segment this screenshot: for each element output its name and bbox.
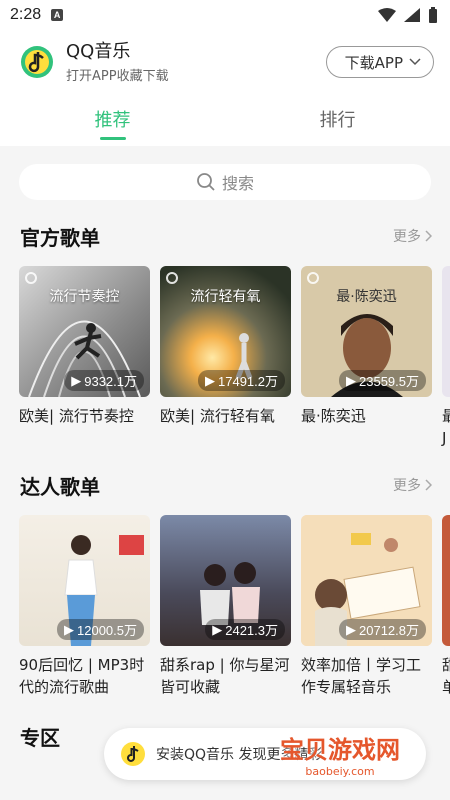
cover-caption: 最·陈奕迅	[336, 289, 397, 305]
play-count: ▶ 20712.8万	[339, 619, 426, 640]
play-icon: ▶	[71, 372, 82, 388]
playlist-title-partial: 甜 单	[442, 656, 450, 696]
play-icon: ▶	[212, 621, 223, 637]
play-count-value: 20712.8万	[359, 623, 419, 638]
more-link[interactable]: 更多	[393, 226, 432, 246]
playlist-cover: ▶ 2421.3万	[160, 515, 291, 646]
tab-recommend[interactable]: 推荐	[0, 94, 225, 146]
battery-icon	[429, 7, 437, 23]
playlist-cover: ▶ 20712.8万	[301, 515, 432, 646]
search-placeholder: 搜索	[221, 174, 254, 193]
watermark-url: baobeiy.com	[305, 765, 375, 778]
section-title: 专区	[20, 725, 60, 750]
download-app-label: 下载APP	[344, 53, 403, 72]
playlist-card[interactable]: 流行轻有氧 ▶ 17491.2万 欧美| 流行轻有氧	[160, 266, 291, 449]
playlist-title: 欧美| 流行轻有氧	[160, 407, 275, 425]
main-content: 搜索 官方歌单 更多 流行节奏控 ▶ 9332.1万 欧美| 流行节奏控 流行轻…	[0, 146, 450, 800]
play-count: ▶ 9332.1万	[64, 370, 144, 391]
more-label: 更多	[393, 229, 421, 245]
section-title: 官方歌单	[20, 225, 100, 250]
wifi-icon	[378, 8, 396, 22]
play-count-value: 2421.3万	[225, 623, 278, 638]
chevron-down-icon	[409, 58, 421, 66]
section-title: 达人歌单	[20, 474, 100, 499]
download-app-button[interactable]: 下载APP	[325, 46, 434, 78]
qq-badge-icon	[307, 272, 319, 284]
qq-music-logo-icon	[121, 742, 145, 766]
playlist-card[interactable]: 最·陈奕迅 ▶ 23559.5万 最·陈奕迅	[301, 266, 432, 449]
play-count-value: 9332.1万	[84, 374, 137, 389]
playlist-cover: 最·陈奕迅 ▶ 23559.5万	[301, 266, 432, 397]
status-time: 2:28	[10, 6, 42, 23]
play-count-value: 17491.2万	[218, 374, 278, 389]
play-icon: ▶	[346, 621, 356, 637]
play-icon: ▶	[346, 372, 356, 388]
qq-badge-icon	[25, 272, 37, 284]
search-input[interactable]: 搜索	[19, 164, 431, 200]
site-watermark: 宝贝游戏网 baobeiy.com	[280, 730, 400, 778]
playlist-title: 90后回忆 | MP3时代的流行歌曲	[19, 656, 145, 696]
playlist-cover: ▶ 12000.5万	[19, 515, 150, 646]
play-icon: ▶	[64, 621, 74, 637]
search-icon	[197, 173, 215, 191]
cover-caption: 流行轻有氧	[190, 289, 261, 305]
watermark-text: 宝贝游戏网	[280, 736, 400, 764]
notification-icon: A	[51, 9, 64, 21]
cover-caption: 流行节奏控	[49, 289, 120, 305]
status-bar: 2:28 A	[0, 0, 450, 30]
play-count-value: 23559.5万	[359, 374, 419, 389]
play-count: ▶ 23559.5万	[339, 370, 426, 391]
play-count: ▶ 2421.3万	[205, 619, 285, 640]
playlist-cover: 流行轻有氧 ▶ 17491.2万	[160, 266, 291, 397]
more-label: 更多	[393, 478, 421, 494]
playlist-card-partial[interactable]: 甜 单	[442, 515, 450, 698]
chevron-right-icon	[425, 479, 432, 491]
playlist-title: 欧美| 流行节奏控	[19, 407, 134, 425]
play-count: ▶ 17491.2万	[198, 370, 285, 391]
more-link[interactable]: 更多	[393, 475, 432, 495]
playlist-card[interactable]: ▶ 2421.3万 甜系rap | 你与星河皆可收藏	[160, 515, 291, 698]
playlist-card[interactable]: 流行节奏控 ▶ 9332.1万 欧美| 流行节奏控	[19, 266, 150, 449]
play-icon: ▶	[205, 372, 215, 388]
official-playlists-section: 官方歌单 更多 流行节奏控 ▶ 9332.1万 欧美| 流行节奏控 流行轻有氧 …	[0, 206, 450, 449]
qq-badge-icon	[166, 272, 178, 284]
app-name: QQ音乐	[66, 40, 131, 62]
signal-icon	[404, 8, 420, 22]
tab-bar: 推荐 排行	[0, 94, 450, 146]
playlist-title: 甜系rap | 你与星河皆可收藏	[160, 656, 290, 696]
playlist-card-partial[interactable]: 最 J	[442, 266, 450, 449]
app-subtitle: 打开APP收藏下载	[66, 68, 169, 84]
chevron-right-icon	[425, 230, 432, 242]
playlist-title: 最·陈奕迅	[301, 407, 366, 425]
play-count: ▶ 12000.5万	[57, 619, 144, 640]
app-header: QQ音乐 打开APP收藏下载 下载APP	[0, 30, 450, 94]
playlist-cover: 流行节奏控 ▶ 9332.1万	[19, 266, 150, 397]
playlist-cover	[442, 515, 450, 646]
playlist-title: 效率加倍丨学习工作专属轻音乐	[301, 656, 422, 696]
playlist-title-partial: 最 J	[442, 407, 450, 447]
tab-ranking[interactable]: 排行	[225, 94, 450, 146]
expert-playlists-section: 达人歌单 更多 ▶ 12000.5万 90后回忆 | MP3时代的流行歌曲 ▶ …	[0, 455, 450, 698]
playlist-card[interactable]: ▶ 20712.8万 效率加倍丨学习工作专属轻音乐	[301, 515, 432, 698]
playlist-cover	[442, 266, 450, 397]
qq-music-logo-icon	[18, 43, 56, 81]
playlist-card[interactable]: ▶ 12000.5万 90后回忆 | MP3时代的流行歌曲	[19, 515, 150, 698]
play-count-value: 12000.5万	[77, 623, 137, 638]
